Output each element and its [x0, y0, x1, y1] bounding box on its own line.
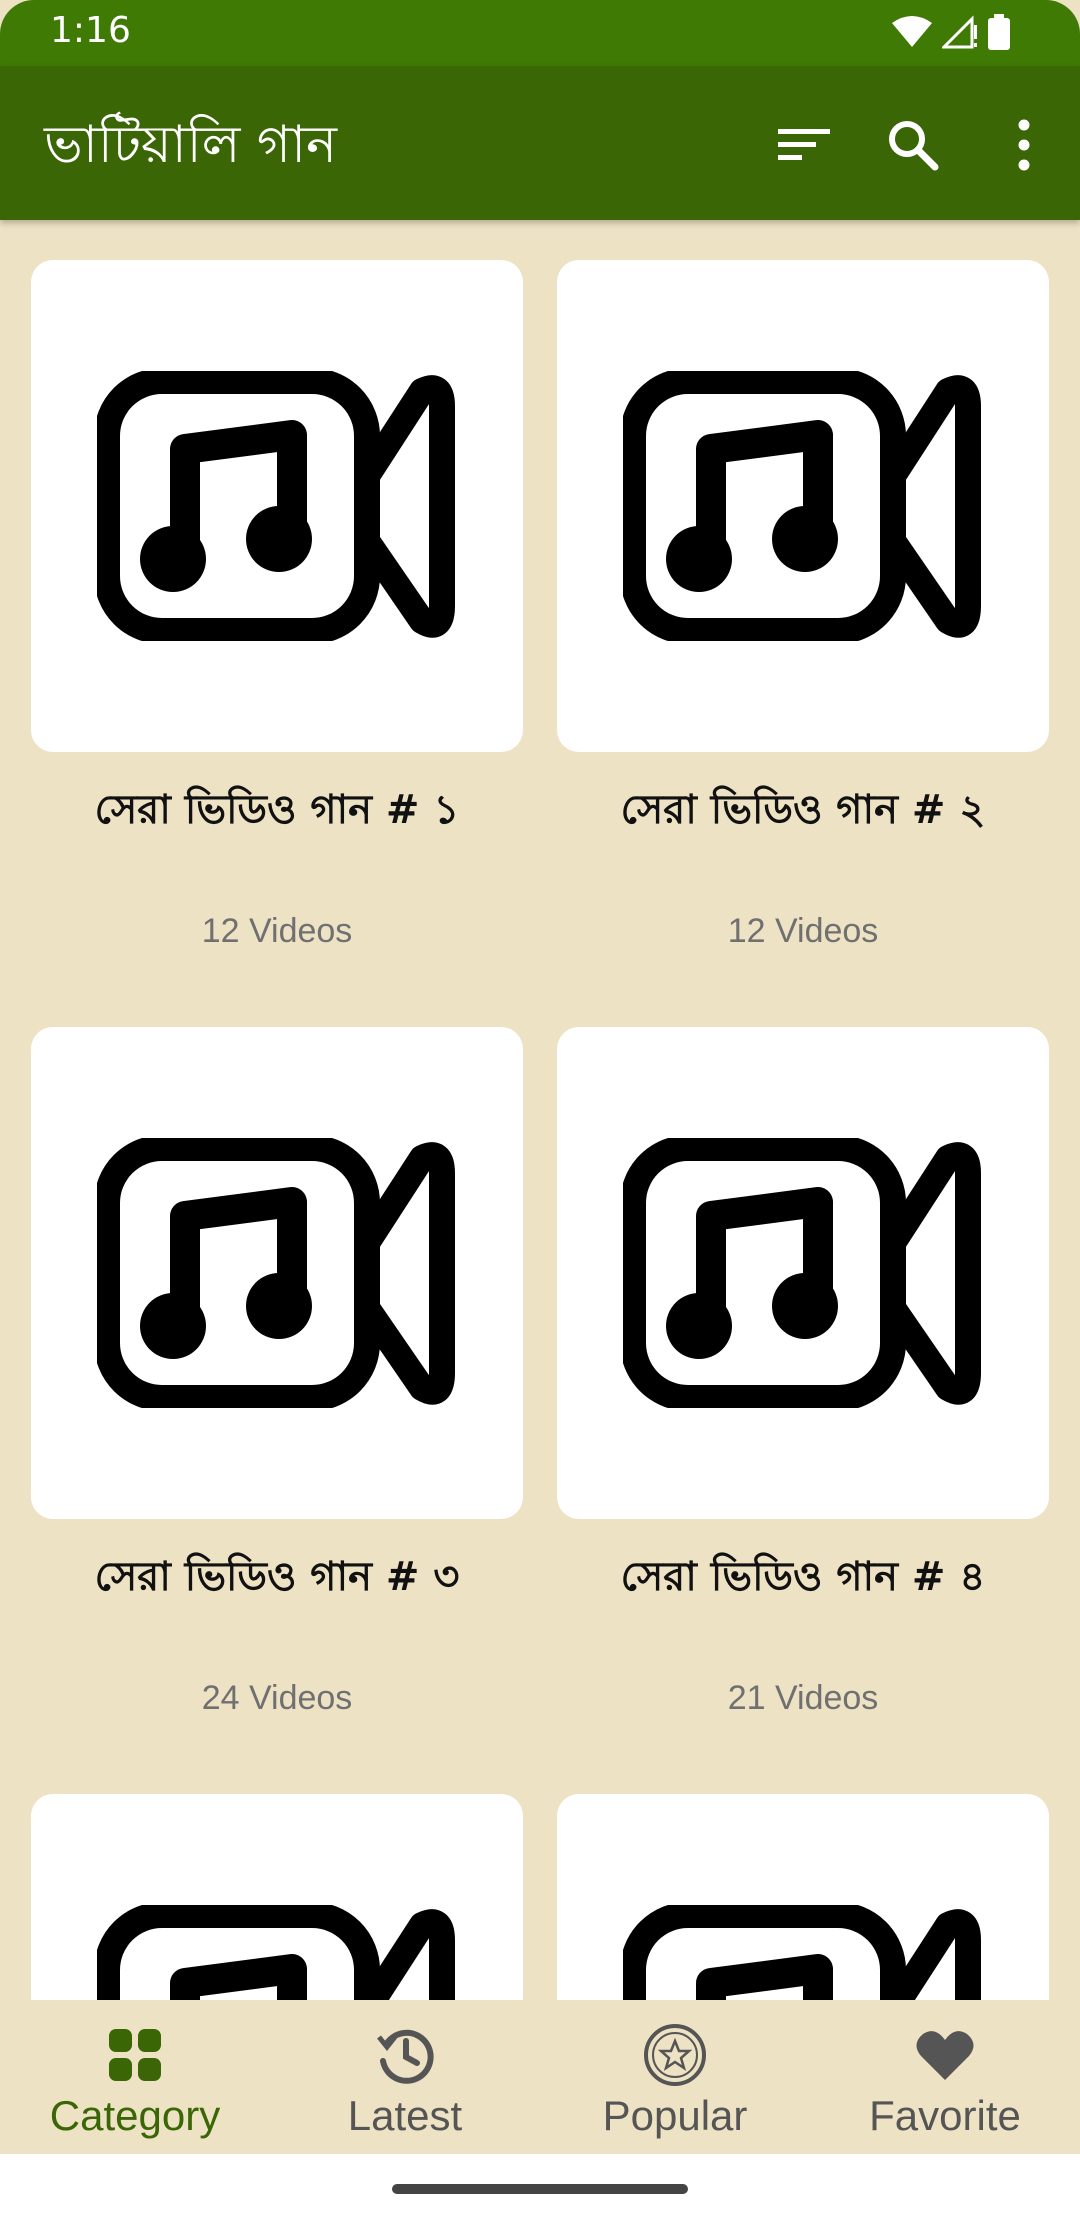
category-thumbnail [557, 260, 1049, 752]
system-navigation-area [0, 2154, 1080, 2220]
tab-label: Popular [602, 2092, 748, 2139]
category-thumbnail [557, 1794, 1049, 2000]
home-gesture-handle[interactable] [392, 2184, 688, 2194]
grid-icon [107, 2024, 163, 2086]
category-video-count: 24 Videos [201, 1679, 353, 1717]
tab-label: Favorite [869, 2092, 1021, 2139]
search-icon [889, 121, 939, 171]
category-card[interactable]: সেরা ভিডিও গান # ৪ 21 Videos [557, 1027, 1049, 1718]
category-card[interactable]: সেরা ভিডিও গান # ১ 12 Videos [31, 260, 523, 951]
category-title: সেরা ভিডিও গান # ১ [94, 787, 460, 833]
category-card[interactable] [31, 1794, 523, 2000]
category-card[interactable] [557, 1794, 1049, 2000]
battery-icon [988, 14, 1010, 50]
music-video-icon [97, 1138, 455, 1408]
tab-latest[interactable]: Latest [270, 2000, 540, 2154]
category-thumbnail [31, 1027, 523, 1519]
music-video-icon [97, 1905, 455, 2000]
tab-category[interactable]: Category [0, 2000, 270, 2154]
star-badge-icon [643, 2024, 707, 2086]
tab-label: Category [49, 2092, 221, 2139]
more-vert-icon [1018, 119, 1030, 171]
status-time: 1:16 [50, 10, 131, 51]
page-title: ভাটিয়ালি গান [44, 115, 338, 175]
category-title: সেরা ভিডিও গান # ৩ [94, 1554, 460, 1600]
tab-popular[interactable]: Popular [540, 2000, 810, 2154]
music-video-icon [97, 371, 455, 641]
music-video-icon [623, 371, 981, 641]
sort-icon [778, 129, 830, 160]
app-bar: ভাটিয়ালি গান [0, 66, 1080, 220]
cell-signal-icon [942, 15, 977, 49]
wifi-icon [892, 16, 932, 47]
category-thumbnail [31, 1794, 523, 2000]
search-button[interactable] [878, 110, 948, 180]
category-grid: সেরা ভিডিও গান # ১ 12 Videos সেরা ভিডিও … [0, 220, 1080, 2000]
category-card[interactable]: সেরা ভিডিও গান # ৩ 24 Videos [31, 1027, 523, 1718]
status-bar: 1:16 [0, 0, 1080, 66]
category-video-count: 21 Videos [727, 1679, 879, 1717]
category-thumbnail [557, 1027, 1049, 1519]
tab-favorite[interactable]: Favorite [810, 2000, 1080, 2154]
status-icons [892, 14, 1010, 50]
heart-icon [915, 2024, 975, 2086]
category-video-count: 12 Videos [727, 912, 879, 950]
category-card[interactable]: সেরা ভিডিও গান # ২ 12 Videos [557, 260, 1049, 951]
category-title: সেরা ভিডিও গান # ৪ [620, 1554, 986, 1600]
tab-label: Latest [347, 2092, 463, 2139]
category-title: সেরা ভিডিও গান # ২ [620, 787, 986, 833]
bottom-navigation: Category Latest Popular Favorite [0, 2000, 1080, 2154]
history-icon [375, 2024, 435, 2086]
more-options-button[interactable] [989, 110, 1059, 180]
sort-button[interactable] [769, 110, 839, 180]
category-thumbnail [31, 260, 523, 752]
category-video-count: 12 Videos [201, 912, 353, 950]
music-video-icon [623, 1905, 981, 2000]
music-video-icon [623, 1138, 981, 1408]
